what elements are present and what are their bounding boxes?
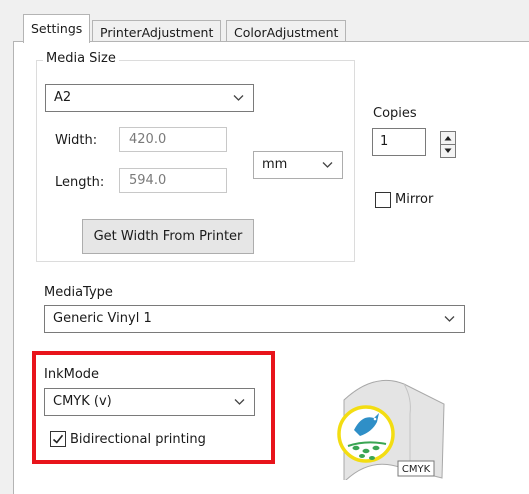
media-type-value: Generic Vinyl 1 — [53, 311, 152, 326]
tab-printer-adjustment[interactable]: PrinterAdjustment — [92, 20, 222, 42]
chevron-down-icon — [232, 91, 245, 104]
tab-printer-adjustment-label: PrinterAdjustment — [100, 25, 214, 40]
media-size-value: A2 — [54, 90, 72, 105]
mirror-label: Mirror — [395, 192, 434, 207]
media-size-legend: Media Size — [43, 51, 119, 66]
copies-spin-down-button[interactable] — [440, 144, 456, 158]
tab-settings[interactable]: Settings — [23, 14, 91, 43]
copies-spin-up-button[interactable] — [440, 131, 456, 145]
media-type-select[interactable]: Generic Vinyl 1 — [44, 305, 465, 333]
length-label: Length: — [55, 175, 105, 190]
copies-label: Copies — [373, 106, 417, 121]
spin-up-icon — [441, 132, 455, 144]
media-type-label: MediaType — [44, 285, 113, 300]
unit-value: mm — [262, 157, 288, 172]
length-field[interactable]: 594.0 — [119, 168, 227, 193]
unit-select[interactable]: mm — [253, 151, 343, 179]
ink-mode-highlight-box — [32, 351, 275, 464]
tab-color-adjustment-label: ColorAdjustment — [234, 25, 339, 40]
chevron-down-icon — [443, 312, 456, 325]
tab-strip: Settings PrinterAdjustment ColorAdjustme… — [0, 0, 529, 43]
media-size-select[interactable]: A2 — [45, 84, 254, 112]
mirror-checkbox[interactable] — [375, 192, 391, 208]
tab-color-adjustment[interactable]: ColorAdjustment — [226, 20, 347, 42]
media-preview-graphic: CMYK — [336, 370, 448, 484]
get-width-from-printer-button[interactable]: Get Width From Printer — [82, 219, 254, 254]
chevron-down-icon — [321, 158, 334, 171]
cmyk-badge: CMYK — [402, 464, 431, 475]
width-label: Width: — [55, 133, 98, 148]
tab-settings-label: Settings — [31, 21, 83, 36]
copies-input[interactable]: 1 — [372, 128, 426, 156]
media-bird-icon: CMYK — [337, 379, 445, 484]
spin-down-icon — [441, 145, 455, 157]
width-field[interactable]: 420.0 — [119, 127, 227, 152]
